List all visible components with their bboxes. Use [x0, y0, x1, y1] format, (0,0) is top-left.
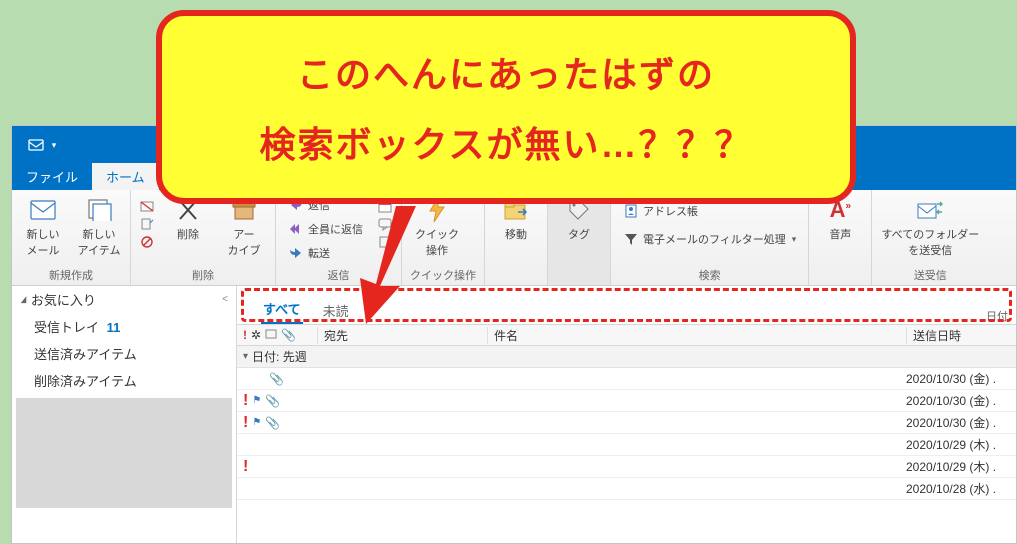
message-date: 2020/10/30 (金) .	[906, 392, 1016, 409]
filter-tabs: すべて 未読 日付	[237, 286, 1016, 324]
nav-sent[interactable]: 送信済みアイテム	[12, 340, 236, 367]
importance-icon: !	[243, 414, 248, 432]
ribbon: 新しい メール 新しい アイテム 新規作成 削除	[12, 190, 1016, 286]
date-group-header[interactable]: 日付: 先週	[237, 346, 1016, 368]
ribbon-group-new: 新しい メール 新しい アイテム 新規作成	[12, 190, 131, 285]
col-subject[interactable]: 件名	[487, 327, 906, 344]
new-items-button[interactable]: 新しい アイテム	[76, 194, 122, 258]
message-date: 2020/10/29 (木) .	[906, 458, 1016, 475]
new-mail-button[interactable]: 新しい メール	[20, 194, 66, 258]
nav-inbox[interactable]: 受信トレイ 11	[12, 313, 236, 340]
attachment-icon: 📎	[265, 416, 280, 430]
importance-icon: !	[243, 392, 248, 410]
column-date-small: 日付	[986, 308, 1016, 324]
address-book-icon	[623, 203, 639, 219]
ribbon-group-speech: A» 音声	[809, 190, 872, 285]
reply-all-button[interactable]: 全員に返信	[284, 218, 367, 240]
column-headers: ! ✲ 📎 宛先 件名 送信日時	[237, 324, 1016, 346]
attachment-col-icon[interactable]: 📎	[281, 328, 296, 342]
message-row[interactable]: ! 2020/10/29 (木) .	[237, 456, 1016, 478]
tab-home[interactable]: ホーム	[92, 163, 159, 190]
icon-col-icon[interactable]	[265, 328, 277, 343]
filter-unread[interactable]: 未読	[321, 297, 351, 324]
ribbon-group-find: アドレス帳 電子メールのフィルター処理▾ 検索	[611, 190, 809, 285]
ribbon-group-delete: 削除 アー カイブ 削除	[131, 190, 276, 285]
filter-mail-button[interactable]: 電子メールのフィルター処理▾	[619, 228, 800, 250]
importance-col-icon[interactable]: !	[243, 328, 247, 342]
reminder-col-icon[interactable]: ✲	[251, 328, 261, 342]
inbox-count: 11	[107, 320, 121, 335]
annotation-bubble: このへんにあったはずの 検索ボックスが無い…？？？	[156, 10, 856, 204]
collapse-icon[interactable]: <	[222, 294, 228, 305]
forward-icon	[288, 245, 304, 261]
ignore-icon[interactable]	[139, 198, 155, 214]
importance-icon: !	[243, 458, 248, 476]
flag-icon: ⚑	[252, 395, 261, 406]
annotation-line1: このへんにあったはずの	[297, 46, 715, 98]
filter-icon	[623, 231, 639, 247]
mail-icon	[29, 196, 57, 224]
message-row[interactable]: 2020/10/28 (水) .	[237, 478, 1016, 500]
ribbon-group-tags: タグ	[548, 190, 611, 285]
tab-file[interactable]: ファイル	[12, 163, 92, 190]
annotation-arrow	[356, 206, 426, 324]
delete-small-buttons	[139, 194, 155, 250]
flag-icon: ⚑	[252, 417, 261, 428]
clean-icon[interactable]	[139, 216, 155, 232]
message-row[interactable]: ! ⚑ 📎 2020/10/30 (金) .	[237, 412, 1016, 434]
message-date: 2020/10/30 (金) .	[906, 370, 1016, 387]
col-date[interactable]: 送信日時	[906, 327, 1016, 344]
message-date: 2020/10/28 (水) .	[906, 480, 1016, 497]
attachment-icon: 📎	[265, 394, 280, 408]
send-receive-button[interactable]: すべてのフォルダー を送受信	[880, 194, 980, 258]
quick-access-toolbar[interactable]: ▾	[12, 126, 72, 164]
body: お気に入り < 受信トレイ 11 送信済みアイテム 削除済みアイテム すべて 未…	[12, 286, 1016, 543]
annotation-line2: 検索ボックスが無い…？？？	[260, 116, 753, 168]
chevron-down-icon: ▾	[792, 234, 797, 245]
new-items-icon	[85, 196, 113, 224]
folder-nav: お気に入り < 受信トレイ 11 送信済みアイテム 削除済みアイテム	[12, 286, 237, 543]
qat-icon	[28, 137, 46, 153]
send-receive-icon	[916, 196, 944, 224]
junk-icon[interactable]	[139, 234, 155, 250]
nav-preview-placeholder	[16, 398, 232, 508]
favorites-header[interactable]: お気に入り <	[12, 286, 236, 313]
forward-button[interactable]: 転送	[284, 242, 367, 264]
message-row[interactable]: 2020/10/29 (木) .	[237, 434, 1016, 456]
message-row[interactable]: ! ⚑ 📎 2020/10/30 (金) .	[237, 390, 1016, 412]
reply-all-icon	[288, 221, 304, 237]
attachment-icon: 📎	[269, 372, 284, 386]
nav-deleted[interactable]: 削除済みアイテム	[12, 367, 236, 394]
ribbon-group-sendrecv: すべてのフォルダー を送受信 送受信	[872, 190, 988, 285]
message-list: すべて 未読 日付 ! ✲ 📎 宛先 件名 送信日時 日付: 先週 📎 2020/…	[237, 286, 1016, 543]
message-date: 2020/10/30 (金) .	[906, 414, 1016, 431]
ribbon-group-move: 移動	[485, 190, 548, 285]
col-from[interactable]: 宛先	[317, 327, 487, 344]
qat-dropdown-icon[interactable]: ▾	[52, 140, 57, 151]
message-row[interactable]: 📎 2020/10/30 (金) .	[237, 368, 1016, 390]
filter-all[interactable]: すべて	[261, 295, 303, 324]
message-date: 2020/10/29 (木) .	[906, 436, 1016, 453]
